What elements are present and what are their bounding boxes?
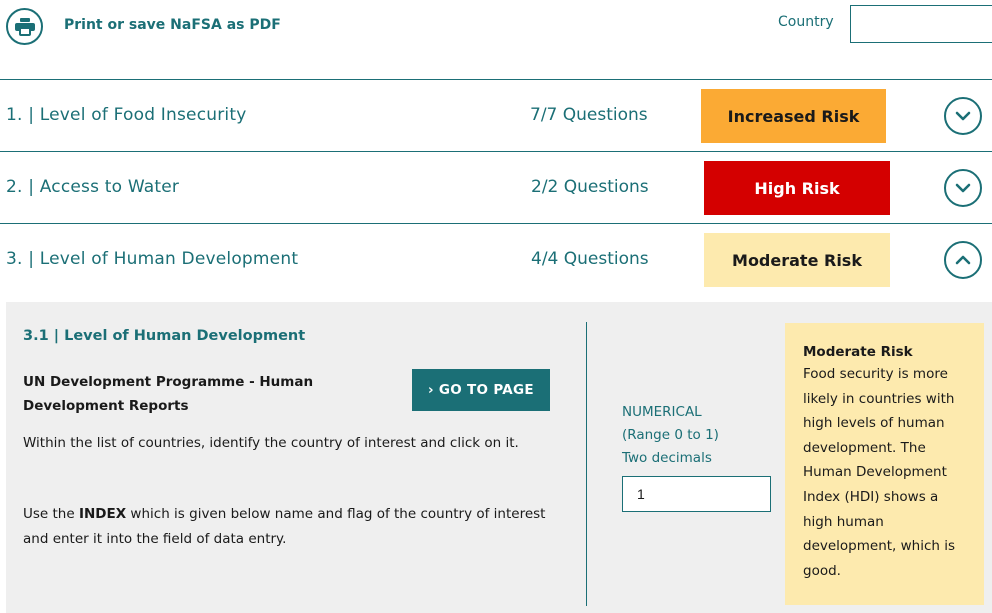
section-row-access-to-water[interactable]: 2. | Access to Water 2/2 Questions High …	[0, 152, 992, 224]
expand-button[interactable]	[944, 97, 982, 135]
section-row-human-development[interactable]: 3. | Level of Human Development 4/4 Ques…	[0, 224, 992, 296]
risk-badge: Moderate Risk	[704, 233, 890, 287]
question-heading: 3.1 | Level of Human Development	[23, 328, 306, 344]
section-title: 3. | Level of Human Development	[6, 249, 299, 269]
info-text: Food security is more likely in countrie…	[803, 366, 956, 579]
question-count: 7/7 Questions	[530, 105, 648, 125]
input-type: NUMERICAL	[622, 404, 702, 420]
print-label[interactable]: Print or save NaFSA as PDF	[64, 17, 281, 33]
risk-info-box: Moderate Risk Food security is more like…	[785, 323, 984, 605]
risk-badge: Increased Risk	[701, 89, 886, 143]
go-to-page-button[interactable]: › GO TO PAGE	[412, 369, 550, 411]
section-title: 2. | Access to Water	[6, 177, 180, 197]
instruction-text: Use the INDEX which is given below name …	[23, 502, 563, 552]
country-input[interactable]	[850, 5, 992, 43]
section-title: 1. | Level of Food Insecurity	[6, 105, 247, 125]
data-source: UN Development Programme - Human Develop…	[23, 374, 314, 414]
section-row-food-insecurity[interactable]: 1. | Level of Food Insecurity 7/7 Questi…	[0, 80, 992, 152]
chevron-down-icon	[955, 111, 971, 121]
question-panel: 3.1 | Level of Human Development UN Deve…	[6, 302, 992, 613]
numeric-answer-input[interactable]	[622, 476, 771, 512]
input-precision: Two decimals	[622, 450, 712, 466]
country-label: Country	[778, 14, 834, 30]
chevron-down-icon	[955, 183, 971, 193]
risk-badge: High Risk	[704, 161, 890, 215]
instruction-text: Within the list of countries, identify t…	[23, 435, 519, 451]
panel-divider	[586, 322, 587, 606]
input-range: (Range 0 to 1)	[622, 427, 719, 443]
collapse-button[interactable]	[944, 241, 982, 279]
expand-button[interactable]	[944, 169, 982, 207]
print-button[interactable]	[6, 8, 43, 45]
question-count: 4/4 Questions	[531, 249, 649, 269]
toolbar: Print or save NaFSA as PDF Country	[0, 0, 992, 80]
index-keyword: INDEX	[78, 506, 127, 522]
chevron-up-icon	[955, 255, 971, 265]
printer-icon	[14, 17, 35, 36]
instruction-text-part: Use the	[23, 506, 79, 522]
info-title: Moderate Risk	[803, 344, 913, 360]
input-hint: NUMERICAL (Range 0 to 1) Two decimals	[622, 401, 782, 470]
question-count: 2/2 Questions	[531, 177, 649, 197]
